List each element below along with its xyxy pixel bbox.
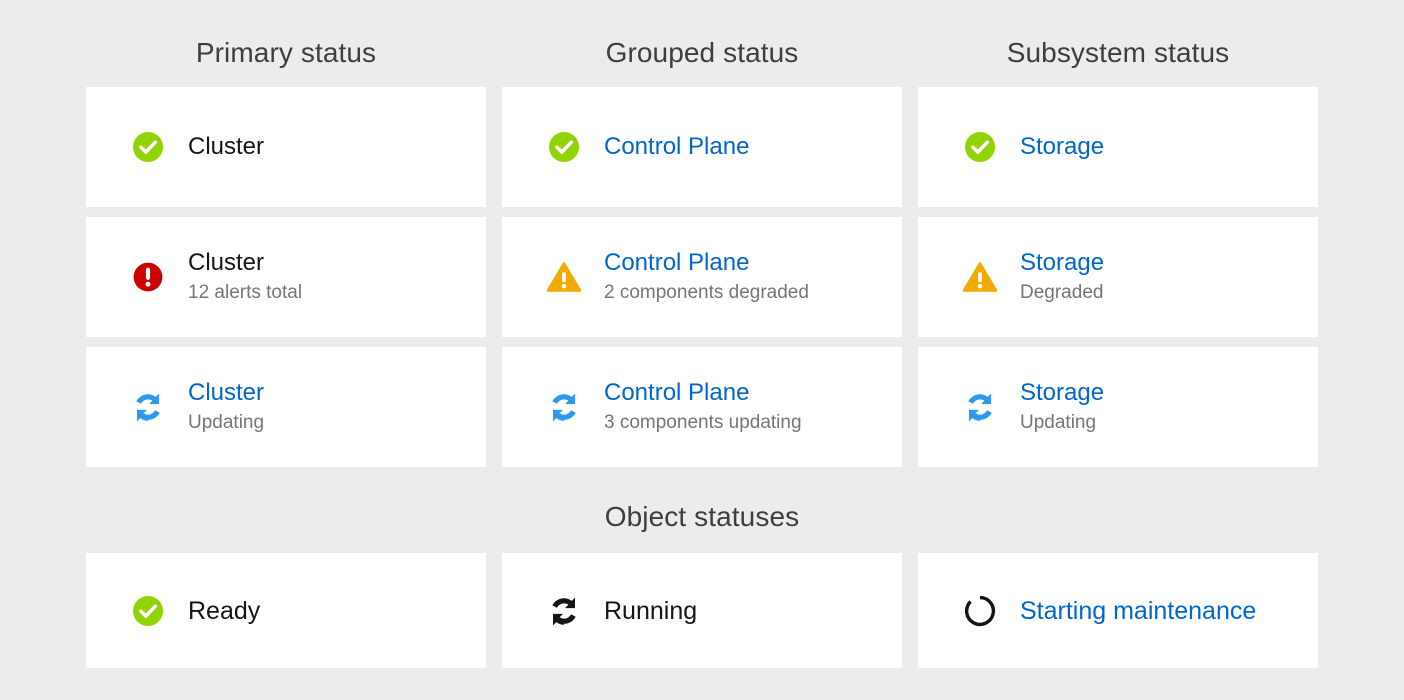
status-card: Running bbox=[502, 553, 902, 668]
status-card-text: Control Plane 3 components updating bbox=[604, 378, 802, 436]
status-card-title-link[interactable]: Storage bbox=[1020, 378, 1104, 408]
status-card-text: Cluster 12 alerts total bbox=[188, 248, 302, 306]
status-card-title: Running bbox=[604, 596, 698, 625]
status-card[interactable]: Storage bbox=[918, 87, 1318, 207]
status-showcase-page: Primary status Grouped status Subsystem … bbox=[0, 0, 1404, 700]
status-card-title-link[interactable]: Control Plane bbox=[604, 132, 749, 162]
check-circle-icon bbox=[546, 129, 582, 165]
exclamation-circle-icon bbox=[130, 259, 166, 295]
status-card[interactable]: Control Plane bbox=[502, 87, 902, 207]
heading-object-statuses: Object statuses bbox=[604, 501, 800, 532]
status-card-title-link[interactable]: Control Plane bbox=[604, 248, 809, 278]
status-card-subtitle: 3 components updating bbox=[604, 412, 802, 433]
status-card: Ready bbox=[86, 553, 486, 668]
status-card-subtitle: Updating bbox=[188, 412, 265, 433]
status-card-text: Storage Updating bbox=[1020, 378, 1104, 436]
status-card[interactable]: Control Plane 2 components degraded bbox=[502, 217, 902, 337]
status-card-text: Starting maintenance bbox=[1020, 596, 1256, 626]
status-card-text: Storage bbox=[1020, 132, 1104, 162]
object-status-card-grid: Ready Running Starting maintenance bbox=[86, 553, 1318, 668]
status-card-title: Cluster bbox=[188, 249, 265, 276]
status-card-title: Ready bbox=[188, 596, 261, 625]
status-card-text: Cluster Updating bbox=[188, 378, 264, 436]
status-card-subtitle: Degraded bbox=[1020, 282, 1104, 303]
sync-icon bbox=[546, 593, 582, 629]
sync-icon bbox=[130, 389, 166, 425]
status-card-text: Ready bbox=[188, 596, 260, 626]
status-card-text: Storage Degraded bbox=[1020, 248, 1104, 306]
status-card-title-link[interactable]: Control Plane bbox=[604, 378, 802, 408]
status-card-text: Control Plane bbox=[604, 132, 749, 162]
status-card[interactable]: Cluster Updating bbox=[86, 347, 486, 467]
status-card[interactable]: Starting maintenance bbox=[918, 553, 1318, 668]
status-card-title-link[interactable]: Cluster bbox=[188, 378, 264, 408]
heading-primary-status: Primary status bbox=[195, 37, 377, 68]
status-card-subtitle: 2 components degraded bbox=[604, 282, 809, 303]
status-card-title: Cluster bbox=[188, 133, 265, 160]
status-card[interactable]: Control Plane 3 components updating bbox=[502, 347, 902, 467]
check-circle-icon bbox=[130, 129, 166, 165]
status-card-title-link[interactable]: Storage bbox=[1020, 248, 1104, 278]
status-card-text: Control Plane 2 components degraded bbox=[604, 248, 809, 306]
sync-icon bbox=[962, 389, 998, 425]
status-card-grid: Cluster Control Plane Storage Cluster 12 ale… bbox=[86, 87, 1318, 467]
status-card-title-link[interactable]: Storage bbox=[1020, 132, 1104, 162]
status-card-text: Running bbox=[604, 596, 697, 626]
exclamation-triangle-icon bbox=[962, 259, 998, 295]
status-card-subtitle: Updating bbox=[1020, 412, 1097, 433]
check-circle-icon bbox=[130, 593, 166, 629]
status-card[interactable]: Storage Degraded bbox=[918, 217, 1318, 337]
heading-subsystem-status: Subsystem status bbox=[1006, 37, 1230, 68]
sync-icon bbox=[546, 389, 582, 425]
heading-grouped-status: Grouped status bbox=[605, 37, 799, 68]
spinner-icon bbox=[962, 593, 998, 629]
status-card: Cluster bbox=[86, 87, 486, 207]
status-card: Cluster 12 alerts total bbox=[86, 217, 486, 337]
status-card-text: Cluster bbox=[188, 132, 264, 162]
check-circle-icon bbox=[962, 129, 998, 165]
status-card[interactable]: Storage Updating bbox=[918, 347, 1318, 467]
exclamation-triangle-icon bbox=[546, 259, 582, 295]
status-card-title-link[interactable]: Starting maintenance bbox=[1020, 596, 1256, 626]
status-card-subtitle: 12 alerts total bbox=[188, 282, 303, 303]
